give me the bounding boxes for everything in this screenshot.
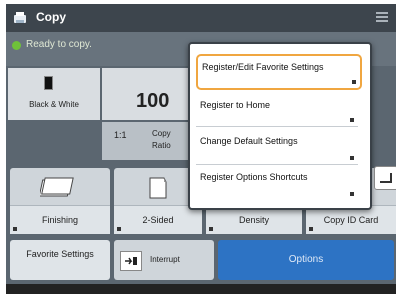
finishing-label: Finishing: [10, 205, 110, 234]
menu-item-label: Register to Home: [200, 100, 271, 110]
more-arrow-icon: [350, 156, 354, 160]
quantity-value: 100: [136, 90, 170, 112]
favorite-settings-button[interactable]: Favorite Settings: [10, 240, 110, 280]
copy-ratio-button[interactable]: 1:1 Copy Ratio: [102, 122, 192, 160]
options-button[interactable]: Options: [218, 240, 394, 280]
bottom-bar: [6, 284, 396, 294]
menu-item-label: Change Default Settings: [200, 136, 298, 146]
more-arrow-icon: [350, 192, 354, 196]
menu-item-label: Register/Edit Favorite Settings: [202, 62, 324, 72]
two-sided-label: 2-Sided: [114, 205, 202, 234]
register-options-shortcuts-item[interactable]: Register Options Shortcuts: [196, 166, 358, 200]
register-edit-favorite-settings-item[interactable]: Register/Edit Favorite Settings: [196, 54, 362, 90]
app-title: Copy: [36, 10, 66, 24]
menu-item-label: Register Options Shortcuts: [200, 172, 308, 182]
more-arrow-icon: [350, 118, 354, 122]
finishing-icon: [40, 177, 74, 197]
title-bar: Copy: [6, 4, 396, 32]
more-arrow-icon: [13, 227, 17, 231]
menu-icon[interactable]: [376, 12, 388, 22]
interrupt-button[interactable]: Interrupt: [114, 240, 214, 280]
copy-quantity[interactable]: 100: [102, 68, 192, 120]
change-default-settings-item[interactable]: Change Default Settings: [196, 130, 358, 165]
black-white-icon: [44, 76, 53, 90]
settings-popup-menu: Register/Edit Favorite Settings Register…: [188, 42, 372, 210]
more-arrow-icon: [309, 227, 313, 231]
interrupt-icon: [120, 251, 142, 271]
finishing-button[interactable]: Finishing: [10, 168, 110, 234]
ratio-value: 1:1: [114, 130, 127, 140]
two-sided-icon: [149, 177, 167, 199]
more-arrow-icon: [117, 227, 121, 231]
color-mode-button[interactable]: Black & White: [8, 68, 100, 120]
more-arrow-icon: [209, 227, 213, 231]
ratio-label: Copy Ratio: [152, 129, 171, 150]
return-icon: [380, 173, 392, 183]
color-mode-label: Black & White: [29, 100, 79, 109]
more-arrow-icon: [352, 80, 356, 84]
copy-screen: Copy Ready to copy. Black & White 100 1:…: [6, 4, 396, 294]
favorite-settings-label: Favorite Settings: [26, 249, 94, 259]
status-text: Ready to copy.: [26, 39, 92, 50]
options-label: Options: [288, 254, 324, 265]
close-popup-button[interactable]: [374, 166, 396, 190]
copy-icon: [14, 12, 26, 23]
interrupt-label: Interrupt: [150, 255, 180, 264]
register-to-home-item[interactable]: Register to Home: [196, 94, 358, 127]
ready-status-icon: [12, 41, 21, 50]
